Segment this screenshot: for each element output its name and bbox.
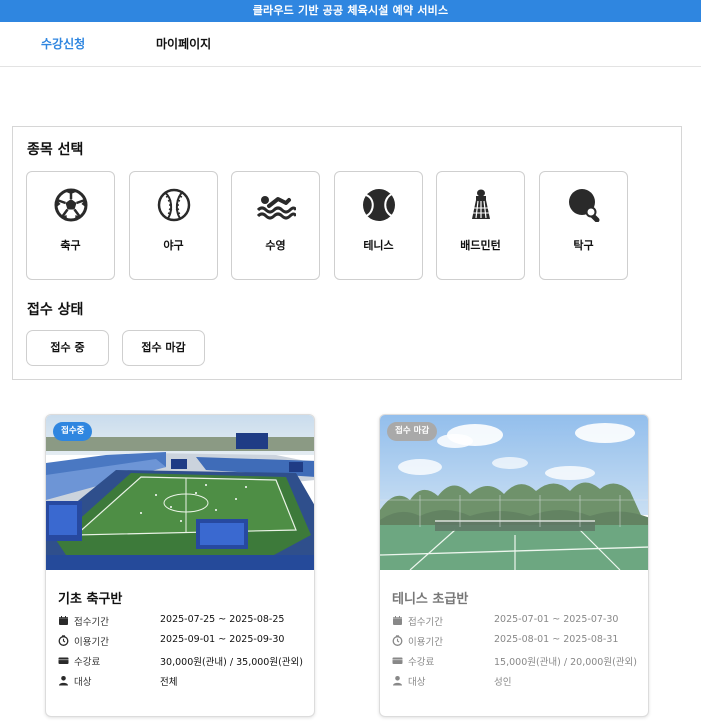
person-icon (393, 676, 402, 686)
sport-label: 축구 (60, 239, 81, 252)
info-row-target: 대상 전체 (58, 674, 308, 690)
info-key: 이용기간 (74, 637, 109, 648)
info-key: 이용기간 (408, 637, 443, 648)
swimming-icon (256, 196, 296, 220)
calendar-icon (59, 616, 68, 625)
shuttlecock-icon (472, 189, 490, 219)
course-title: 기초 축구반 (58, 592, 123, 607)
sport-option-table-tennis[interactable]: 탁구 (539, 171, 628, 280)
info-row-fee: 수강료 30,000원(관내) / 35,000원(관외) (58, 654, 308, 670)
card-icon (392, 657, 403, 664)
status-badge: 접수 마감 (387, 422, 438, 441)
info-row-application-period: 접수기간 2025-07-25 ~ 2025-08-25 (58, 614, 308, 630)
sport-option-soccer[interactable]: 축구 (26, 171, 115, 280)
sport-label: 배드민턴 (460, 239, 501, 252)
card-icon (58, 657, 69, 664)
filter-panel: 종목 선택 축구 야구 수영 테니스 배드민턴 탁구 접수 상태 접수 중 접수… (12, 126, 682, 380)
sport-label: 탁구 (573, 239, 594, 252)
info-row-application-period: 접수기간 2025-07-01 ~ 2025-07-30 (392, 614, 642, 630)
info-value: 15,000원(관내) / 20,000원(관외) (494, 657, 637, 668)
status-open-button[interactable]: 접수 중 (26, 330, 109, 366)
info-value: 2025-07-25 ~ 2025-08-25 (160, 614, 285, 625)
info-key: 접수기간 (74, 617, 109, 628)
course-card-tennis[interactable]: 접수 마감 테니스 초급반 접수기간 2025-07-01 ~ 2025-07-… (379, 414, 649, 717)
info-key: 접수기간 (408, 617, 443, 628)
sport-label: 야구 (163, 239, 184, 252)
service-banner: 클라우드 기반 공공 체육시설 예약 서비스 (0, 0, 701, 22)
status-heading: 접수 상태 (27, 302, 84, 318)
person-icon (59, 676, 68, 686)
info-value: 성인 (494, 677, 512, 688)
ping-pong-icon (569, 189, 600, 222)
info-value: 2025-09-01 ~ 2025-09-30 (160, 634, 285, 645)
info-value: 30,000원(관내) / 35,000원(관외) (160, 657, 303, 668)
tab-my-page[interactable]: 마이페이지 (156, 22, 211, 67)
info-value: 전체 (160, 677, 178, 688)
sports-heading: 종목 선택 (27, 142, 84, 158)
info-key: 수강료 (74, 657, 101, 668)
sport-label: 수영 (265, 239, 286, 252)
clock-icon (58, 635, 69, 646)
info-row-target: 대상 성인 (392, 674, 642, 690)
course-title: 테니스 초급반 (392, 592, 469, 607)
status-closed-button[interactable]: 접수 마감 (122, 330, 205, 366)
sport-option-tennis[interactable]: 테니스 (334, 171, 423, 280)
info-key: 대상 (408, 677, 426, 688)
tab-course-registration[interactable]: 수강신청 (41, 22, 85, 67)
soccer-ball-icon (54, 188, 88, 222)
info-row-usage-period: 이용기간 2025-09-01 ~ 2025-09-30 (58, 634, 308, 650)
top-nav: 수강신청 마이페이지 (0, 22, 701, 67)
status-badge: 접수중 (53, 422, 93, 441)
baseball-icon (157, 188, 191, 222)
clock-icon (392, 635, 403, 646)
info-value: 2025-07-01 ~ 2025-07-30 (494, 614, 619, 625)
sport-option-baseball[interactable]: 야구 (129, 171, 218, 280)
info-key: 수강료 (408, 657, 435, 668)
info-value: 2025-08-01 ~ 2025-08-31 (494, 634, 619, 645)
sport-option-swimming[interactable]: 수영 (231, 171, 320, 280)
calendar-icon (393, 616, 402, 625)
tennis-ball-icon (363, 189, 395, 221)
info-key: 대상 (74, 677, 92, 688)
info-row-usage-period: 이용기간 2025-08-01 ~ 2025-08-31 (392, 634, 642, 650)
sport-option-badminton[interactable]: 배드민턴 (436, 171, 525, 280)
course-card-soccer[interactable]: 접수중 기초 축구반 접수기간 2025-07-25 ~ 2025-08-25 … (45, 414, 315, 717)
sport-label: 테니스 (363, 239, 394, 252)
info-row-fee: 수강료 15,000원(관내) / 20,000원(관외) (392, 654, 642, 670)
